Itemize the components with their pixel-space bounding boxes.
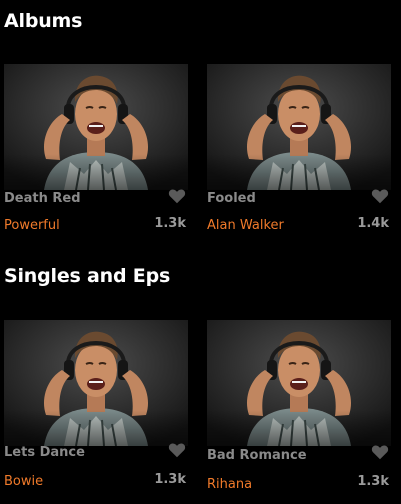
artist-link[interactable]: Powerful bbox=[4, 218, 60, 233]
album-cover-image[interactable] bbox=[207, 64, 391, 190]
album-title[interactable]: Fooled bbox=[207, 191, 256, 206]
artist-link[interactable]: Bowie bbox=[4, 474, 43, 489]
cover-shade bbox=[4, 154, 188, 190]
single-cover-image[interactable] bbox=[207, 320, 391, 446]
single-title[interactable]: Bad Romance bbox=[207, 448, 307, 463]
heart-icon[interactable] bbox=[168, 442, 186, 458]
album-card-death-red[interactable]: Death Red Powerful 1.3k bbox=[4, 64, 188, 233]
heart-icon[interactable] bbox=[371, 188, 389, 204]
cover-shade bbox=[207, 410, 391, 446]
single-cover-image[interactable] bbox=[4, 320, 188, 446]
heart-icon[interactable] bbox=[168, 188, 186, 204]
single-card-bad-romance[interactable]: Bad Romance Rihana 1.3k bbox=[207, 320, 391, 492]
play-count: 1.3k bbox=[154, 472, 186, 487]
single-title[interactable]: Lets Dance bbox=[4, 445, 85, 460]
cover-shade bbox=[207, 154, 391, 190]
single-card-lets-dance[interactable]: Lets Dance Bowie 1.3k bbox=[4, 320, 188, 489]
play-count: 1.4k bbox=[357, 216, 389, 231]
artist-link[interactable]: Alan Walker bbox=[207, 218, 284, 233]
album-cover-image[interactable] bbox=[4, 64, 188, 190]
artist-link[interactable]: Rihana bbox=[207, 477, 252, 492]
play-count: 1.3k bbox=[154, 216, 186, 231]
album-card-fooled[interactable]: Fooled Alan Walker 1.4k bbox=[207, 64, 391, 233]
heart-icon[interactable] bbox=[371, 444, 389, 460]
album-title[interactable]: Death Red bbox=[4, 191, 81, 206]
singles-heading: Singles and Eps bbox=[4, 265, 171, 287]
play-count: 1.3k bbox=[357, 474, 389, 489]
albums-heading: Albums bbox=[4, 10, 83, 32]
cover-shade bbox=[4, 410, 188, 446]
